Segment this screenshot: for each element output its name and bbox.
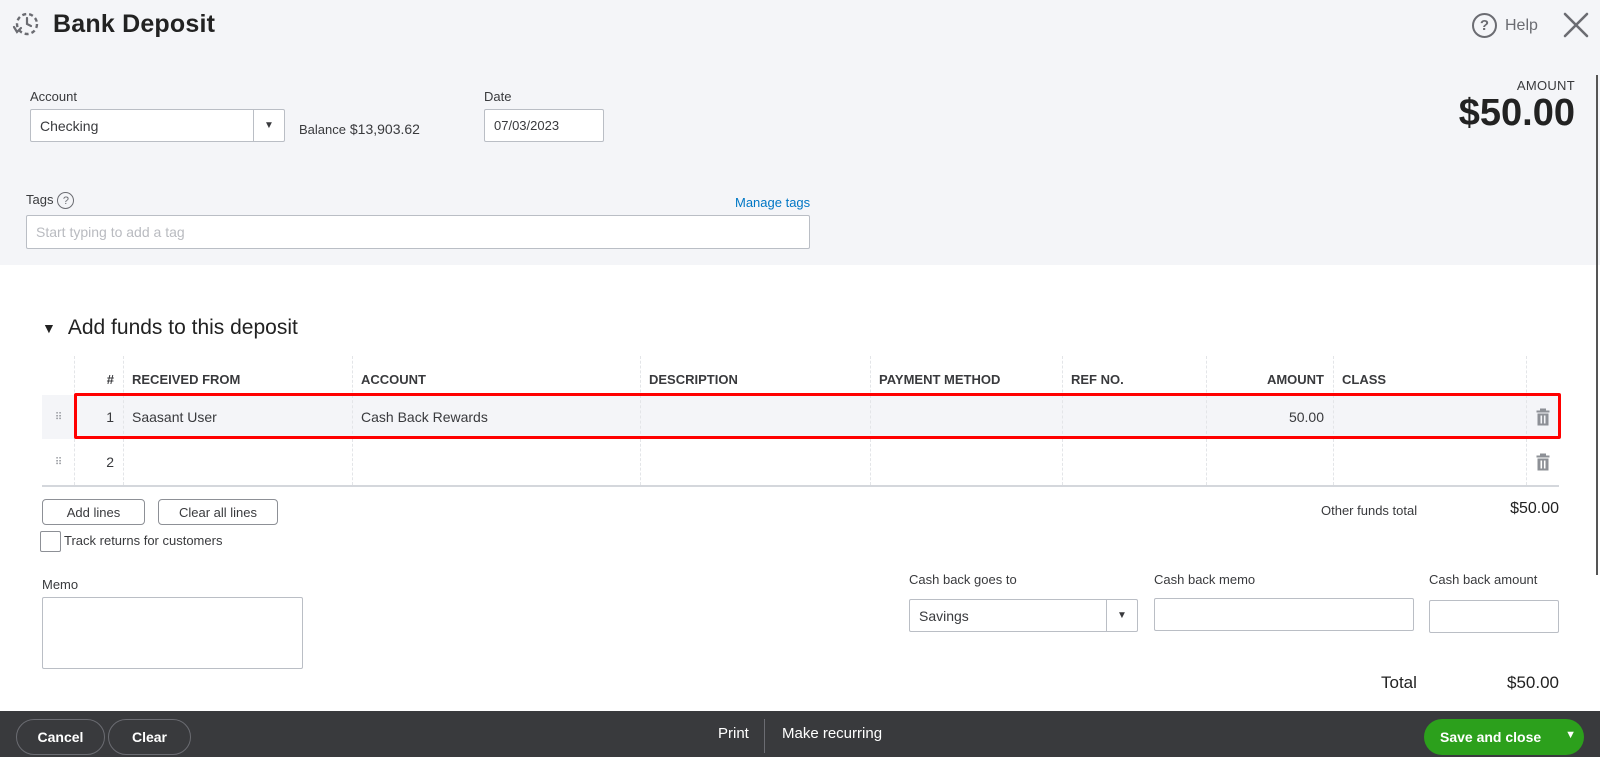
cashback-goes-to-label: Cash back goes to — [909, 572, 1017, 587]
clear-button[interactable]: Clear — [108, 719, 191, 755]
balance-value: $13,903.62 — [349, 121, 420, 137]
trash-icon — [1536, 453, 1549, 471]
balance-label: Balance — [299, 122, 346, 137]
track-returns-label: Track returns for customers — [64, 533, 223, 548]
make-recurring-link[interactable]: Make recurring — [782, 725, 882, 742]
cashback-amount-label: Cash back amount — [1429, 572, 1538, 587]
save-and-close-button[interactable]: Save and close ▼ — [1424, 719, 1584, 755]
date-value: 07/03/2023 — [494, 118, 560, 133]
payment-method-cell[interactable] — [870, 395, 1062, 439]
help-icon: ? — [1472, 13, 1497, 38]
chevron-down-icon[interactable]: ▼ — [253, 110, 284, 141]
table-divider — [42, 485, 1559, 487]
received-from-cell[interactable] — [123, 439, 352, 485]
trash-icon — [1536, 408, 1549, 426]
total-value: $50.00 — [1507, 673, 1559, 692]
help-icon[interactable]: ? — [57, 192, 75, 210]
date-label: Date — [484, 89, 512, 104]
recent-transactions-icon[interactable] — [12, 10, 40, 38]
account-value: Checking — [40, 117, 99, 134]
delete-row-button[interactable] — [1526, 439, 1559, 485]
footer-bar: Cancel Clear Print Make recurring Save a… — [0, 711, 1600, 757]
page-title: Bank Deposit — [53, 10, 216, 38]
row-number: 1 — [106, 409, 114, 425]
date-field[interactable]: 07/03/2023 — [484, 109, 604, 142]
row-number: 2 — [106, 454, 114, 470]
tags-label-group: Tags? — [26, 192, 75, 210]
amount-total: $50.00 — [1458, 92, 1575, 134]
cashback-memo-label: Cash back memo — [1154, 572, 1256, 587]
account-cell[interactable]: Cash Back Rewards — [352, 395, 640, 439]
account-select[interactable]: Checking ▼ — [30, 109, 285, 142]
class-cell[interactable] — [1333, 395, 1526, 439]
drag-handle-icon[interactable]: ⠿ — [42, 439, 74, 485]
tags-label: Tags — [26, 192, 54, 207]
clear-all-lines-button[interactable]: Clear all lines — [158, 499, 278, 525]
collapse-triangle-icon[interactable]: ▼ — [42, 320, 56, 336]
account-cell[interactable] — [352, 439, 640, 485]
tags-input[interactable]: Start typing to add a tag — [26, 215, 810, 249]
cashback-amount-input[interactable] — [1429, 600, 1559, 633]
funds-section-header[interactable]: ▼ Add funds to this deposit — [42, 316, 298, 340]
amount-cell[interactable]: 50.00 — [1206, 395, 1333, 439]
amount-label: AMOUNT — [1516, 78, 1575, 93]
help-label: Help — [1505, 16, 1538, 34]
add-lines-button[interactable]: Add lines — [42, 499, 145, 525]
delete-row-button[interactable] — [1526, 395, 1559, 439]
cashback-goes-to-select[interactable]: Savings ▼ — [909, 599, 1138, 632]
total-label: Total — [1381, 673, 1417, 692]
chevron-down-icon[interactable]: ▼ — [1565, 729, 1576, 741]
track-returns-checkbox[interactable] — [40, 531, 61, 552]
drag-handle-icon[interactable]: ⠿ — [42, 395, 74, 439]
ref-no-cell[interactable] — [1062, 439, 1206, 485]
chevron-down-icon[interactable]: ▼ — [1106, 600, 1137, 631]
other-funds-total-label: Other funds total — [1321, 503, 1418, 518]
payment-method-cell[interactable] — [870, 439, 1062, 485]
manage-tags-link[interactable]: Manage tags — [735, 195, 810, 210]
help-button[interactable]: ? Help — [1472, 13, 1538, 38]
footer-divider — [764, 719, 765, 753]
print-link[interactable]: Print — [718, 725, 749, 742]
memo-label: Memo — [42, 577, 79, 592]
description-cell[interactable] — [640, 395, 870, 439]
table-row[interactable]: ⠿ 2 — [42, 439, 1559, 485]
ref-no-cell[interactable] — [1062, 395, 1206, 439]
close-icon[interactable] — [1561, 10, 1591, 40]
section-title: Add funds to this deposit — [67, 316, 298, 339]
received-from-cell[interactable]: Saasant User — [123, 395, 352, 439]
other-funds-total-value: $50.00 — [1510, 500, 1559, 517]
account-balance: Balance $13,903.62 — [299, 121, 420, 137]
memo-textarea[interactable] — [42, 597, 303, 669]
table-row[interactable]: ⠿ 1 Saasant User Cash Back Rewards 50.00 — [42, 395, 1559, 439]
tags-placeholder: Start typing to add a tag — [36, 224, 185, 240]
amount-cell[interactable] — [1206, 439, 1333, 485]
description-cell[interactable] — [640, 439, 870, 485]
cashback-goes-to-value: Savings — [919, 607, 969, 624]
class-cell[interactable] — [1333, 439, 1526, 485]
cashback-memo-input[interactable] — [1154, 598, 1414, 631]
account-label: Account — [30, 89, 77, 104]
cancel-button[interactable]: Cancel — [16, 719, 105, 755]
save-and-close-label: Save and close — [1440, 729, 1542, 745]
scrollbar[interactable] — [1596, 75, 1598, 575]
